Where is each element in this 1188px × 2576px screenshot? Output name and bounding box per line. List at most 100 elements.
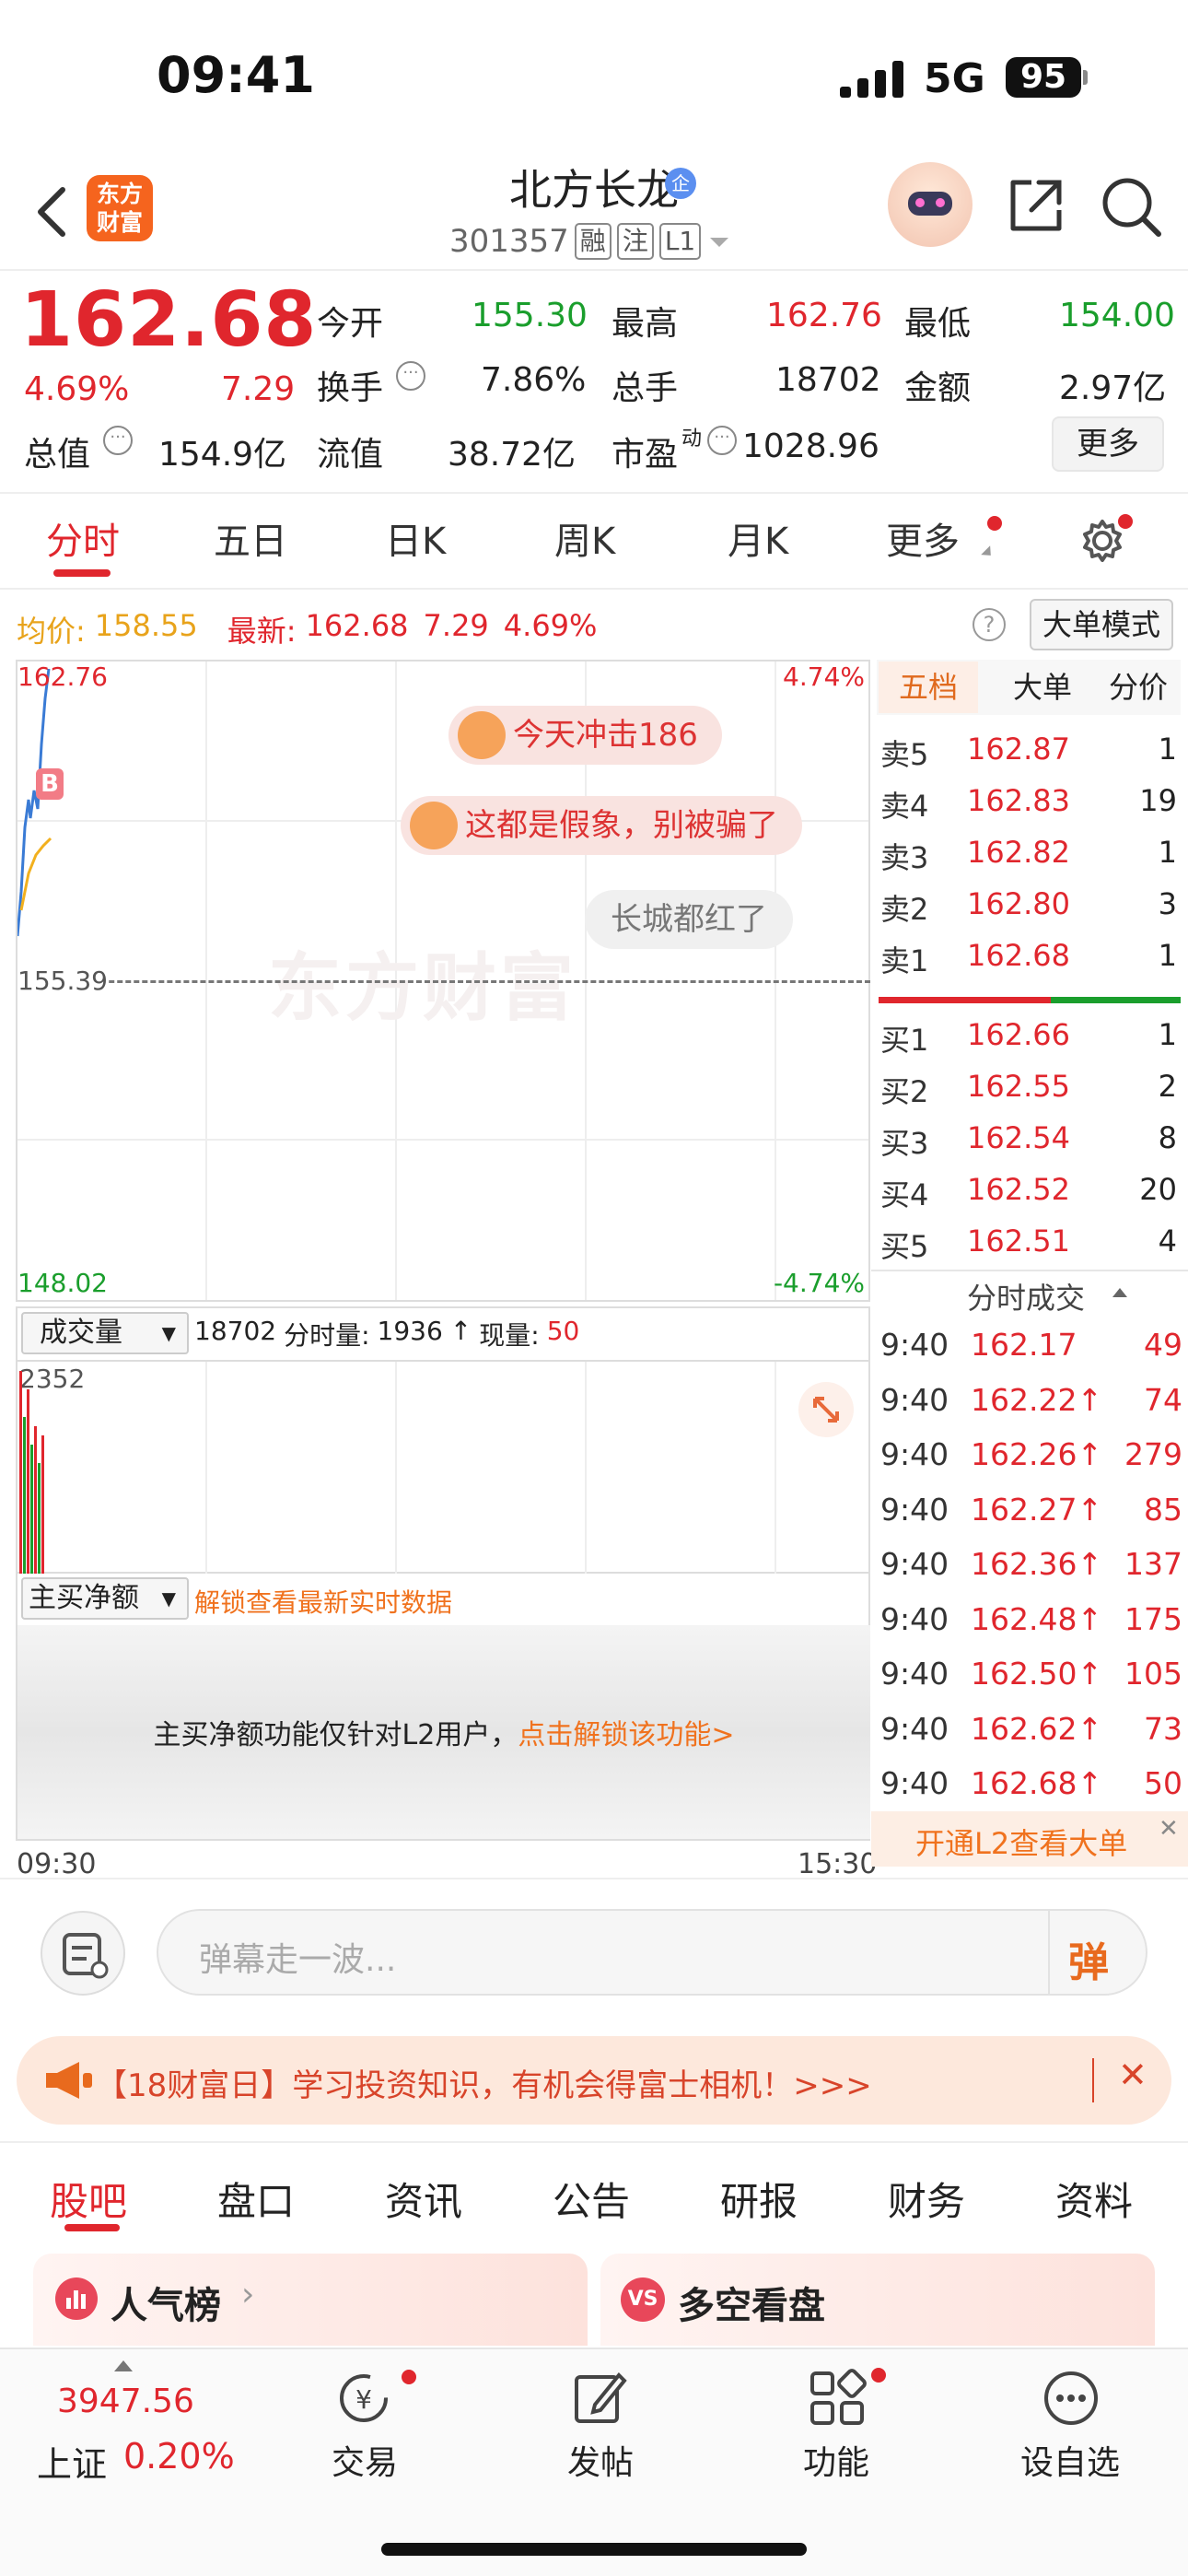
tab-handicap[interactable]: 盘口 bbox=[217, 2171, 295, 2227]
expand-icon[interactable] bbox=[798, 1382, 854, 1437]
edit-post-icon[interactable] bbox=[569, 2368, 630, 2429]
chart-max-price: 162.76 bbox=[17, 662, 108, 692]
functions-grid-icon[interactable] bbox=[807, 2368, 868, 2429]
tab-profile[interactable]: 资料 bbox=[1055, 2171, 1133, 2227]
nav-trade[interactable]: 交易 bbox=[332, 2436, 398, 2484]
nav-add-watchlist[interactable]: 设自选 bbox=[1020, 2436, 1120, 2484]
tab-price-distribution[interactable]: 分价 bbox=[1094, 662, 1182, 713]
signal-icon bbox=[840, 61, 903, 98]
tab-daily-k[interactable]: 日K bbox=[385, 511, 446, 565]
close-icon[interactable]: ✕ bbox=[1118, 2055, 1147, 2095]
ask-price: 162.80 bbox=[967, 886, 1070, 921]
big-order-mode-button[interactable]: 大单模式 bbox=[1030, 599, 1173, 650]
ask-label: 卖5 bbox=[880, 737, 929, 772]
trade-volume: 74 bbox=[1144, 1381, 1182, 1418]
long-short-card[interactable]: VS 多空看盘 bbox=[600, 2254, 1155, 2346]
ask-label: 卖1 bbox=[880, 943, 929, 978]
trade-icon[interactable]: ¥ bbox=[333, 2368, 394, 2429]
trade-price: 162.17 bbox=[971, 1327, 1077, 1363]
info-line: 均价: 158.55 最新: 162.68 7.29 4.69% bbox=[17, 608, 597, 650]
danmaku-send-button[interactable]: 弹 bbox=[1068, 1929, 1109, 1988]
notification-dot bbox=[987, 516, 1002, 531]
tab-5day[interactable]: 五日 bbox=[214, 511, 287, 565]
unlock-link[interactable]: 点击解锁该功能> bbox=[518, 1719, 734, 1751]
open-value: 155.30 bbox=[472, 297, 588, 334]
bid-label: 买1 bbox=[880, 1023, 929, 1058]
share-icon[interactable] bbox=[1006, 175, 1066, 236]
tab-big-orders[interactable]: 大单 bbox=[998, 662, 1087, 713]
bid-row: 买2 162.55 2 bbox=[877, 1065, 1181, 1111]
unlock-hint-link[interactable]: 解锁查看最新实时数据 bbox=[194, 1583, 452, 1620]
now-value: 50 bbox=[546, 1316, 580, 1346]
trade-price: 162.22↑ bbox=[971, 1381, 1103, 1418]
intraday-chart[interactable]: 东方财富 B 162.76 155.39 148.02 4.74% -4.74%… bbox=[16, 660, 870, 1302]
trade-row: 9:40 162.50↑ 105 bbox=[877, 1652, 1186, 1698]
help-icon[interactable]: ? bbox=[973, 608, 1006, 641]
danmaku-bubble[interactable]: 长城都红了 bbox=[585, 890, 793, 949]
bottom-nav: 3947.56 上证 0.20% ¥ 交易 发帖 功能 设自选 bbox=[0, 2348, 1188, 2576]
avatar bbox=[410, 802, 458, 849]
index-pct[interactable]: 0.20% bbox=[123, 2436, 235, 2476]
info-icon[interactable]: ··· bbox=[103, 426, 133, 455]
chart-min-price: 148.02 bbox=[17, 1268, 108, 1298]
tab-more[interactable]: 更多 bbox=[886, 511, 960, 565]
index-value[interactable]: 3947.56 bbox=[57, 2383, 194, 2420]
info-icon[interactable]: ··· bbox=[707, 426, 737, 455]
index-name[interactable]: 上证 bbox=[37, 2436, 107, 2487]
info-icon[interactable]: ··· bbox=[396, 361, 425, 391]
turnover-label: 换手 bbox=[317, 369, 384, 407]
ask-row: 卖1 162.68 1 bbox=[877, 934, 1181, 980]
tab-indicator bbox=[64, 2224, 120, 2231]
tab-monthly-k[interactable]: 月K bbox=[728, 511, 788, 565]
ask-row: 卖4 162.83 19 bbox=[877, 779, 1181, 825]
l2-banner[interactable]: 开通L2查看大单 ✕ bbox=[871, 1811, 1188, 1867]
fenshi-label: 分时量: bbox=[284, 1320, 370, 1351]
latest-value: 162.68 bbox=[305, 608, 409, 643]
buy-marker[interactable]: B bbox=[36, 768, 64, 800]
nav-post[interactable]: 发帖 bbox=[567, 2436, 634, 2484]
close-icon[interactable]: ✕ bbox=[1159, 1815, 1179, 1843]
notification-dot bbox=[871, 2368, 886, 2383]
ask-volume: 19 bbox=[1139, 783, 1177, 818]
ask-price: 162.82 bbox=[967, 835, 1070, 870]
collapse-caret-icon[interactable] bbox=[1112, 1288, 1127, 1297]
more-button[interactable]: 更多 bbox=[1052, 416, 1164, 472]
dropdown-caret-icon[interactable] bbox=[706, 232, 732, 251]
bid-label: 买5 bbox=[880, 1229, 929, 1264]
tab-research[interactable]: 研报 bbox=[720, 2171, 798, 2227]
tab-weekly-k[interactable]: 周K bbox=[554, 511, 615, 565]
more-dots-icon[interactable] bbox=[1041, 2368, 1101, 2429]
volume-selector[interactable]: 成交量 ▼ bbox=[21, 1312, 189, 1354]
locked-overlay[interactable]: 主买净额功能仅针对L2用户，点击解锁该功能> bbox=[17, 1625, 870, 1839]
net-buy-selector[interactable]: 主买净额 ▼ bbox=[21, 1577, 189, 1620]
popularity-card[interactable]: 人气榜 › bbox=[33, 2254, 588, 2346]
chart-prev-close: 155.39 bbox=[17, 966, 108, 996]
avg-label: 均价: bbox=[17, 614, 86, 649]
stock-code-row[interactable]: 301357 融 注 L1 bbox=[449, 223, 732, 260]
trades-title[interactable]: 分时成交 bbox=[967, 1275, 1085, 1317]
danmaku-settings-icon[interactable] bbox=[41, 1911, 125, 1996]
trade-label: 9:40 bbox=[880, 1710, 949, 1747]
trade-row: 9:40 162.62↑ 73 bbox=[877, 1707, 1186, 1753]
l2-banner-text: 开通L2查看大单 bbox=[915, 1826, 1128, 1861]
search-icon[interactable] bbox=[1100, 175, 1164, 240]
trade-volume: 50 bbox=[1144, 1765, 1182, 1801]
danmaku-bubble[interactable]: 今天冲击186 bbox=[448, 706, 722, 765]
tab-forum[interactable]: 股吧 bbox=[50, 2171, 127, 2227]
tab-five-levels[interactable]: 五档 bbox=[879, 662, 978, 713]
status-time: 09:41 bbox=[157, 46, 315, 104]
tag-registration: 注 bbox=[616, 223, 654, 260]
danmaku-input[interactable]: 弹幕走一波... 弹 bbox=[157, 1909, 1147, 1996]
nav-functions[interactable]: 功能 bbox=[803, 2436, 869, 2484]
promo-banner[interactable]: 【18财富日】学习投资知识，有机会得富士相机！>>> ✕ bbox=[17, 2036, 1171, 2125]
tab-fenshi[interactable]: 分时 bbox=[46, 511, 120, 565]
promo-text: 【18财富日】学习投资知识，有机会得富士相机！>>> bbox=[96, 2067, 872, 2104]
tab-news[interactable]: 资讯 bbox=[385, 2171, 462, 2227]
tab-finance[interactable]: 财务 bbox=[888, 2171, 965, 2227]
danmaku-bubble[interactable]: 这都是假象，别被骗了 bbox=[401, 796, 802, 855]
trade-volume: 49 bbox=[1144, 1327, 1182, 1363]
tab-announcements[interactable]: 公告 bbox=[553, 2171, 630, 2227]
trade-price: 162.68↑ bbox=[971, 1765, 1103, 1801]
trade-volume: 85 bbox=[1144, 1491, 1182, 1528]
ask-row: 卖2 162.80 3 bbox=[877, 883, 1181, 929]
